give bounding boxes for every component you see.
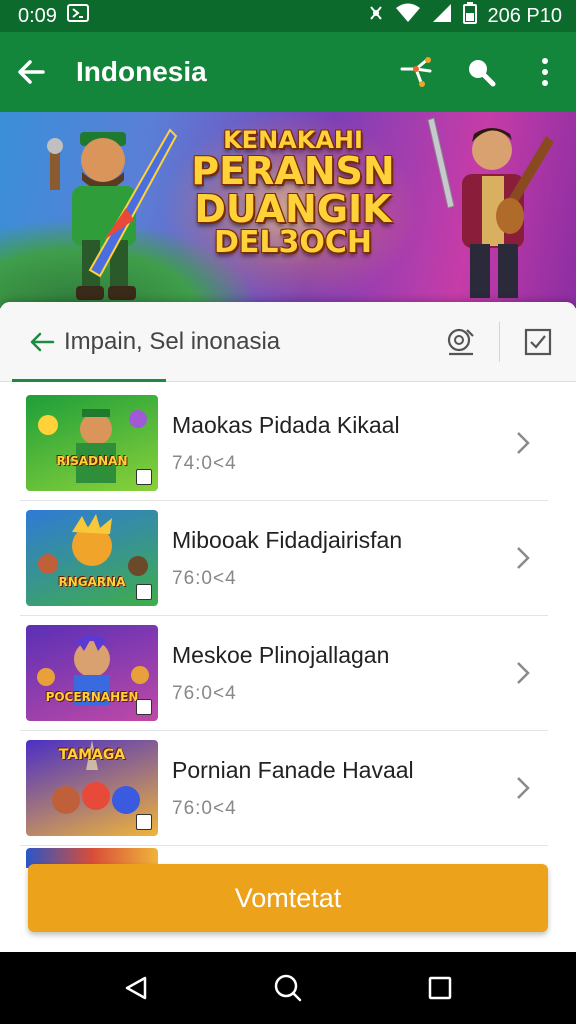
arrow-left-icon [18, 60, 45, 84]
square-recents-icon [428, 976, 452, 1000]
list-item[interactable]: POCERNAHEN Meskoe Plinojallagan 76:0<4 [20, 616, 548, 731]
search-icon [274, 974, 302, 1002]
vibrate-icon [367, 4, 385, 28]
sub-header: Impain, Sel inonasia [0, 302, 576, 382]
game-thumbnail: RNGARNA [26, 510, 158, 606]
game-subtitle: 74:0<4 [172, 452, 237, 474]
notification-icon [66, 4, 89, 28]
game-thumbnail: RISADNAN [26, 395, 158, 491]
game-title: Meskoe Plinojallagan [172, 641, 390, 668]
game-subtitle: 76:0<4 [172, 682, 237, 704]
tab-indicator [12, 379, 166, 382]
search-icon [469, 60, 496, 87]
game-title: Mibooak Fidadjairisfan [172, 526, 403, 553]
promo-banner[interactable]: KENAKAHI PERANSN DUANGIK DEL3OCH [0, 112, 576, 308]
chevron-right-icon [508, 428, 538, 458]
chevron-right-icon [508, 658, 538, 688]
checkbox-icon [524, 328, 552, 355]
banner-headline: KENAKAHI PERANSN DUANGIK DEL3OCH [168, 128, 418, 258]
banner-line-3: DUANGIK [194, 187, 392, 231]
list-item[interactable]: TAMAGA Pornian Fanade Havaal 76:0<4 [20, 731, 548, 846]
game-subtitle: 76:0<4 [172, 567, 237, 589]
share-button[interactable] [400, 55, 434, 89]
page-title: Indonesia [76, 56, 207, 87]
signal-icon [431, 3, 453, 29]
status-right-text: 206 P10 [487, 4, 562, 27]
app-bar: Indonesia [0, 32, 576, 112]
game-title: Pornian Fanade Havaal [172, 756, 414, 783]
game-subtitle: 76:0<4 [172, 797, 237, 819]
share-icon [400, 57, 432, 87]
game-thumbnail: TAMAGA [26, 740, 158, 836]
back-button[interactable] [14, 55, 48, 89]
triangle-back-icon [125, 976, 147, 1000]
sub-header-title: Impain, Sel inonasia [64, 327, 281, 355]
header-divider [499, 321, 500, 362]
filter-button[interactable] [439, 320, 483, 364]
status-time: 0:09 [18, 4, 57, 27]
chevron-right-icon [508, 773, 538, 803]
thumbnail-badge [136, 584, 152, 600]
sub-back-button[interactable] [22, 322, 62, 362]
thumbnail-badge [136, 814, 152, 830]
game-thumbnail: POCERNAHEN [26, 625, 158, 721]
filter-icon [447, 328, 474, 355]
nav-search-button[interactable] [268, 968, 308, 1008]
game-list: RISADNAN Maokas Pidada Kikaal 74:0<4 RNG… [20, 386, 548, 846]
more-vert-icon [542, 58, 548, 86]
chevron-right-icon [508, 543, 538, 573]
thumbnail-badge [136, 469, 152, 485]
select-button[interactable] [516, 320, 560, 364]
thumbnail-label: TAMAGA [58, 747, 126, 763]
thumbnail-label: RISADNAN [56, 454, 128, 468]
more-options-button[interactable] [528, 55, 562, 89]
status-bar: 0:09 206 P10 [0, 0, 576, 32]
system-nav-bar [0, 952, 576, 1024]
banner-character-right [414, 116, 564, 308]
list-item[interactable]: RNGARNA Mibooak Fidadjairisfan 76:0<4 [20, 501, 548, 616]
banner-character-left [30, 120, 180, 308]
wifi-icon [395, 3, 421, 29]
nav-back-button[interactable] [116, 968, 156, 1008]
arrow-left-icon [30, 332, 55, 351]
continue-button[interactable]: Vomtetat [28, 864, 548, 932]
list-item[interactable]: RISADNAN Maokas Pidada Kikaal 74:0<4 [20, 386, 548, 501]
game-title: Maokas Pidada Kikaal [172, 411, 400, 438]
nav-recents-button[interactable] [420, 968, 460, 1008]
banner-line-4: DEL3OCH [213, 225, 372, 260]
battery-icon [463, 2, 478, 30]
banner-line-2: PERANSN [191, 149, 395, 193]
thumbnail-badge [136, 699, 152, 715]
search-button[interactable] [464, 55, 498, 89]
